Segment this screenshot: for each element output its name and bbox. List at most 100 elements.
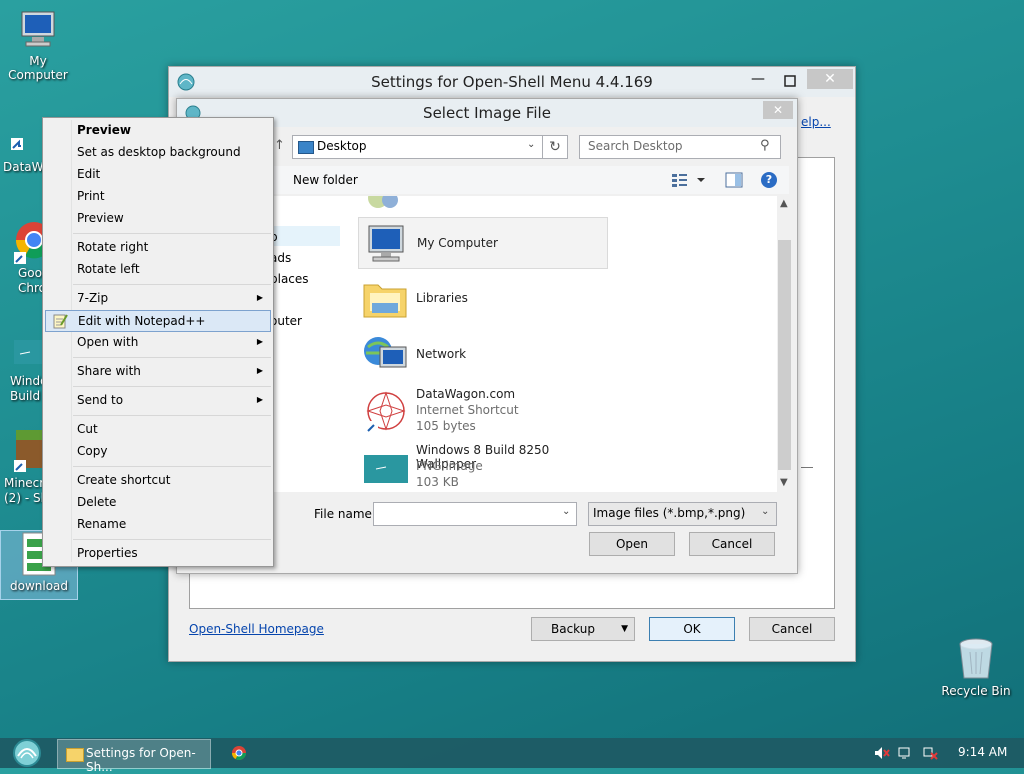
list-item[interactable]: Windows 8 Build 8250 Wallpaper PNG image… [358, 441, 608, 491]
menu-item-edit[interactable]: Edit [45, 164, 271, 184]
settings-divider [801, 467, 813, 468]
network-status-icon[interactable] [898, 746, 914, 760]
menu-item-print[interactable]: Print [45, 186, 271, 206]
menu-label: Rotate left [77, 262, 140, 276]
file-name-input[interactable]: ⌄ [373, 502, 577, 526]
menu-item-rename[interactable]: Rename [45, 514, 271, 534]
desktop-icon-label: Minecr (2) - Sh [4, 476, 44, 505]
nav-item-recent-places[interactable]: places [270, 272, 309, 286]
taskbar-chrome[interactable] [231, 745, 247, 761]
menu-item-copy[interactable]: Copy [45, 441, 271, 461]
menu-item-preview[interactable]: Preview [45, 208, 271, 228]
refresh-button[interactable]: ↻ [542, 135, 568, 159]
menu-item-share-with[interactable]: Share with ▶ [45, 361, 271, 381]
menu-label: Print [77, 189, 105, 203]
menu-item-send-to[interactable]: Send to ▶ [45, 390, 271, 410]
menu-item-open-with[interactable]: Open with ▶ [45, 332, 271, 352]
shortcut-icon [7, 118, 37, 158]
image-thumbnail-icon [0, 336, 44, 372]
menu-item-create-shortcut[interactable]: Create shortcut [45, 470, 271, 490]
menu-separator [73, 466, 271, 467]
desktop-icon-label: download [9, 579, 69, 593]
scroll-down-arrow[interactable]: ▼ [780, 477, 788, 488]
desktop-icon-label: Recycle Bin [941, 684, 1011, 698]
menu-label: Create shortcut [77, 473, 171, 487]
dialog-cancel-button[interactable]: Cancel [689, 532, 775, 556]
menu-label: Edit with Notepad++ [78, 314, 206, 328]
menu-item-rotate-left[interactable]: Rotate left [45, 259, 271, 279]
list-item-size: 103 KB [416, 475, 459, 489]
action-center-icon[interactable] [922, 746, 938, 760]
address-dropdown-icon[interactable]: ⌄ [527, 139, 535, 150]
menu-item-edit-with-notepad[interactable]: Edit with Notepad++ [45, 310, 271, 332]
desktop-icon-recycle-bin[interactable]: Recycle Bin [937, 636, 1015, 698]
desktop-icon-minecraft[interactable]: Minecr (2) - Sh [0, 428, 44, 506]
file-type-value: Image files (*.bmp,*.png) [593, 506, 746, 520]
menu-separator [73, 357, 271, 358]
desktop-icon-datawagon[interactable]: DataWa [0, 118, 44, 174]
volume-muted-icon[interactable] [874, 746, 890, 760]
cancel-button[interactable]: Cancel [749, 617, 835, 641]
backup-button[interactable]: Backup ▼ [531, 617, 635, 641]
menu-item-properties[interactable]: Properties [45, 543, 271, 563]
preview-pane-icon[interactable] [725, 172, 743, 188]
desktop-icon-google-chrome[interactable]: Goo Chro [0, 218, 44, 296]
desktop-folder-icon [298, 141, 314, 154]
menu-item-rotate-right[interactable]: Rotate right [45, 237, 271, 257]
chevron-down-icon[interactable]: ⌄ [562, 506, 570, 517]
view-options-icon[interactable] [670, 172, 710, 188]
submenu-arrow-icon: ▶ [256, 293, 263, 302]
up-arrow-icon[interactable]: ↑ [274, 138, 285, 153]
list-item[interactable]: My Computer [358, 217, 608, 269]
desktop-icon-my-computer[interactable]: My Computer [0, 8, 76, 82]
search-input[interactable]: Search Desktop ⚲ [579, 135, 781, 159]
list-scrollbar[interactable]: ▲ ▼ [777, 196, 792, 492]
minimize-button[interactable]: — [745, 71, 771, 91]
settings-titlebar[interactable]: Settings for Open-Shell Menu 4.4.169 — ✕ [169, 67, 855, 97]
ok-button[interactable]: OK [649, 617, 735, 641]
help-icon[interactable]: ? [761, 172, 777, 188]
new-folder-button[interactable]: New folder [293, 173, 358, 187]
menu-label: Share with [77, 364, 141, 378]
menu-item-7zip[interactable]: 7-Zip ▶ [45, 288, 271, 308]
list-item[interactable]: Libraries [358, 273, 608, 323]
help-link[interactable]: elp... [801, 115, 831, 129]
open-button[interactable]: Open [589, 532, 675, 556]
address-bar[interactable]: Desktop ⌄ [292, 135, 544, 159]
nav-item-computer[interactable]: outer [270, 314, 302, 328]
menu-item-preview-default[interactable]: Preview [45, 120, 271, 140]
taskbar: Settings for Open-Sh... 9:14 AM [0, 738, 1024, 774]
menu-item-cut[interactable]: Cut [45, 419, 271, 439]
folder-icon [66, 748, 84, 762]
clock[interactable]: 9:14 AM [958, 745, 1007, 759]
dropdown-arrow-icon: ▼ [621, 624, 628, 634]
desktop-icon-windows-build[interactable]: Windo Build 8 [0, 336, 44, 404]
recycle-bin-icon [956, 636, 996, 682]
menu-separator [73, 539, 271, 540]
start-button[interactable] [8, 738, 46, 768]
scroll-up-arrow[interactable]: ▲ [780, 198, 788, 209]
menu-label: Rename [77, 517, 127, 531]
minecraft-icon [0, 428, 44, 474]
menu-label: Edit [77, 167, 101, 181]
scroll-thumb[interactable] [778, 240, 791, 470]
libraries-folder-icon [362, 277, 408, 319]
maximize-button[interactable] [777, 71, 803, 91]
menu-item-set-desktop-background[interactable]: Set as desktop background [45, 142, 271, 162]
image-thumbnail-icon [362, 445, 410, 487]
dialog-close-button[interactable]: ✕ [763, 101, 793, 119]
menu-label: Delete [77, 495, 117, 509]
submenu-arrow-icon: ▶ [256, 366, 263, 375]
file-type-select[interactable]: Image files (*.bmp,*.png) ⌄ [588, 502, 777, 526]
menu-item-delete[interactable]: Delete [45, 492, 271, 512]
menu-label: Preview [77, 211, 124, 225]
computer-icon [16, 8, 60, 52]
address-location: Desktop [317, 139, 367, 153]
homepage-link[interactable]: Open-Shell Homepage [189, 622, 324, 636]
list-item[interactable]: DataWagon.com Internet Shortcut 105 byte… [358, 385, 608, 435]
close-button[interactable]: ✕ [807, 69, 853, 89]
taskbar-task-settings[interactable]: Settings for Open-Sh... [57, 739, 211, 774]
partial-list-item-icon [364, 196, 404, 210]
file-name-label: File name: [314, 507, 376, 521]
list-item[interactable]: Network [358, 329, 608, 379]
